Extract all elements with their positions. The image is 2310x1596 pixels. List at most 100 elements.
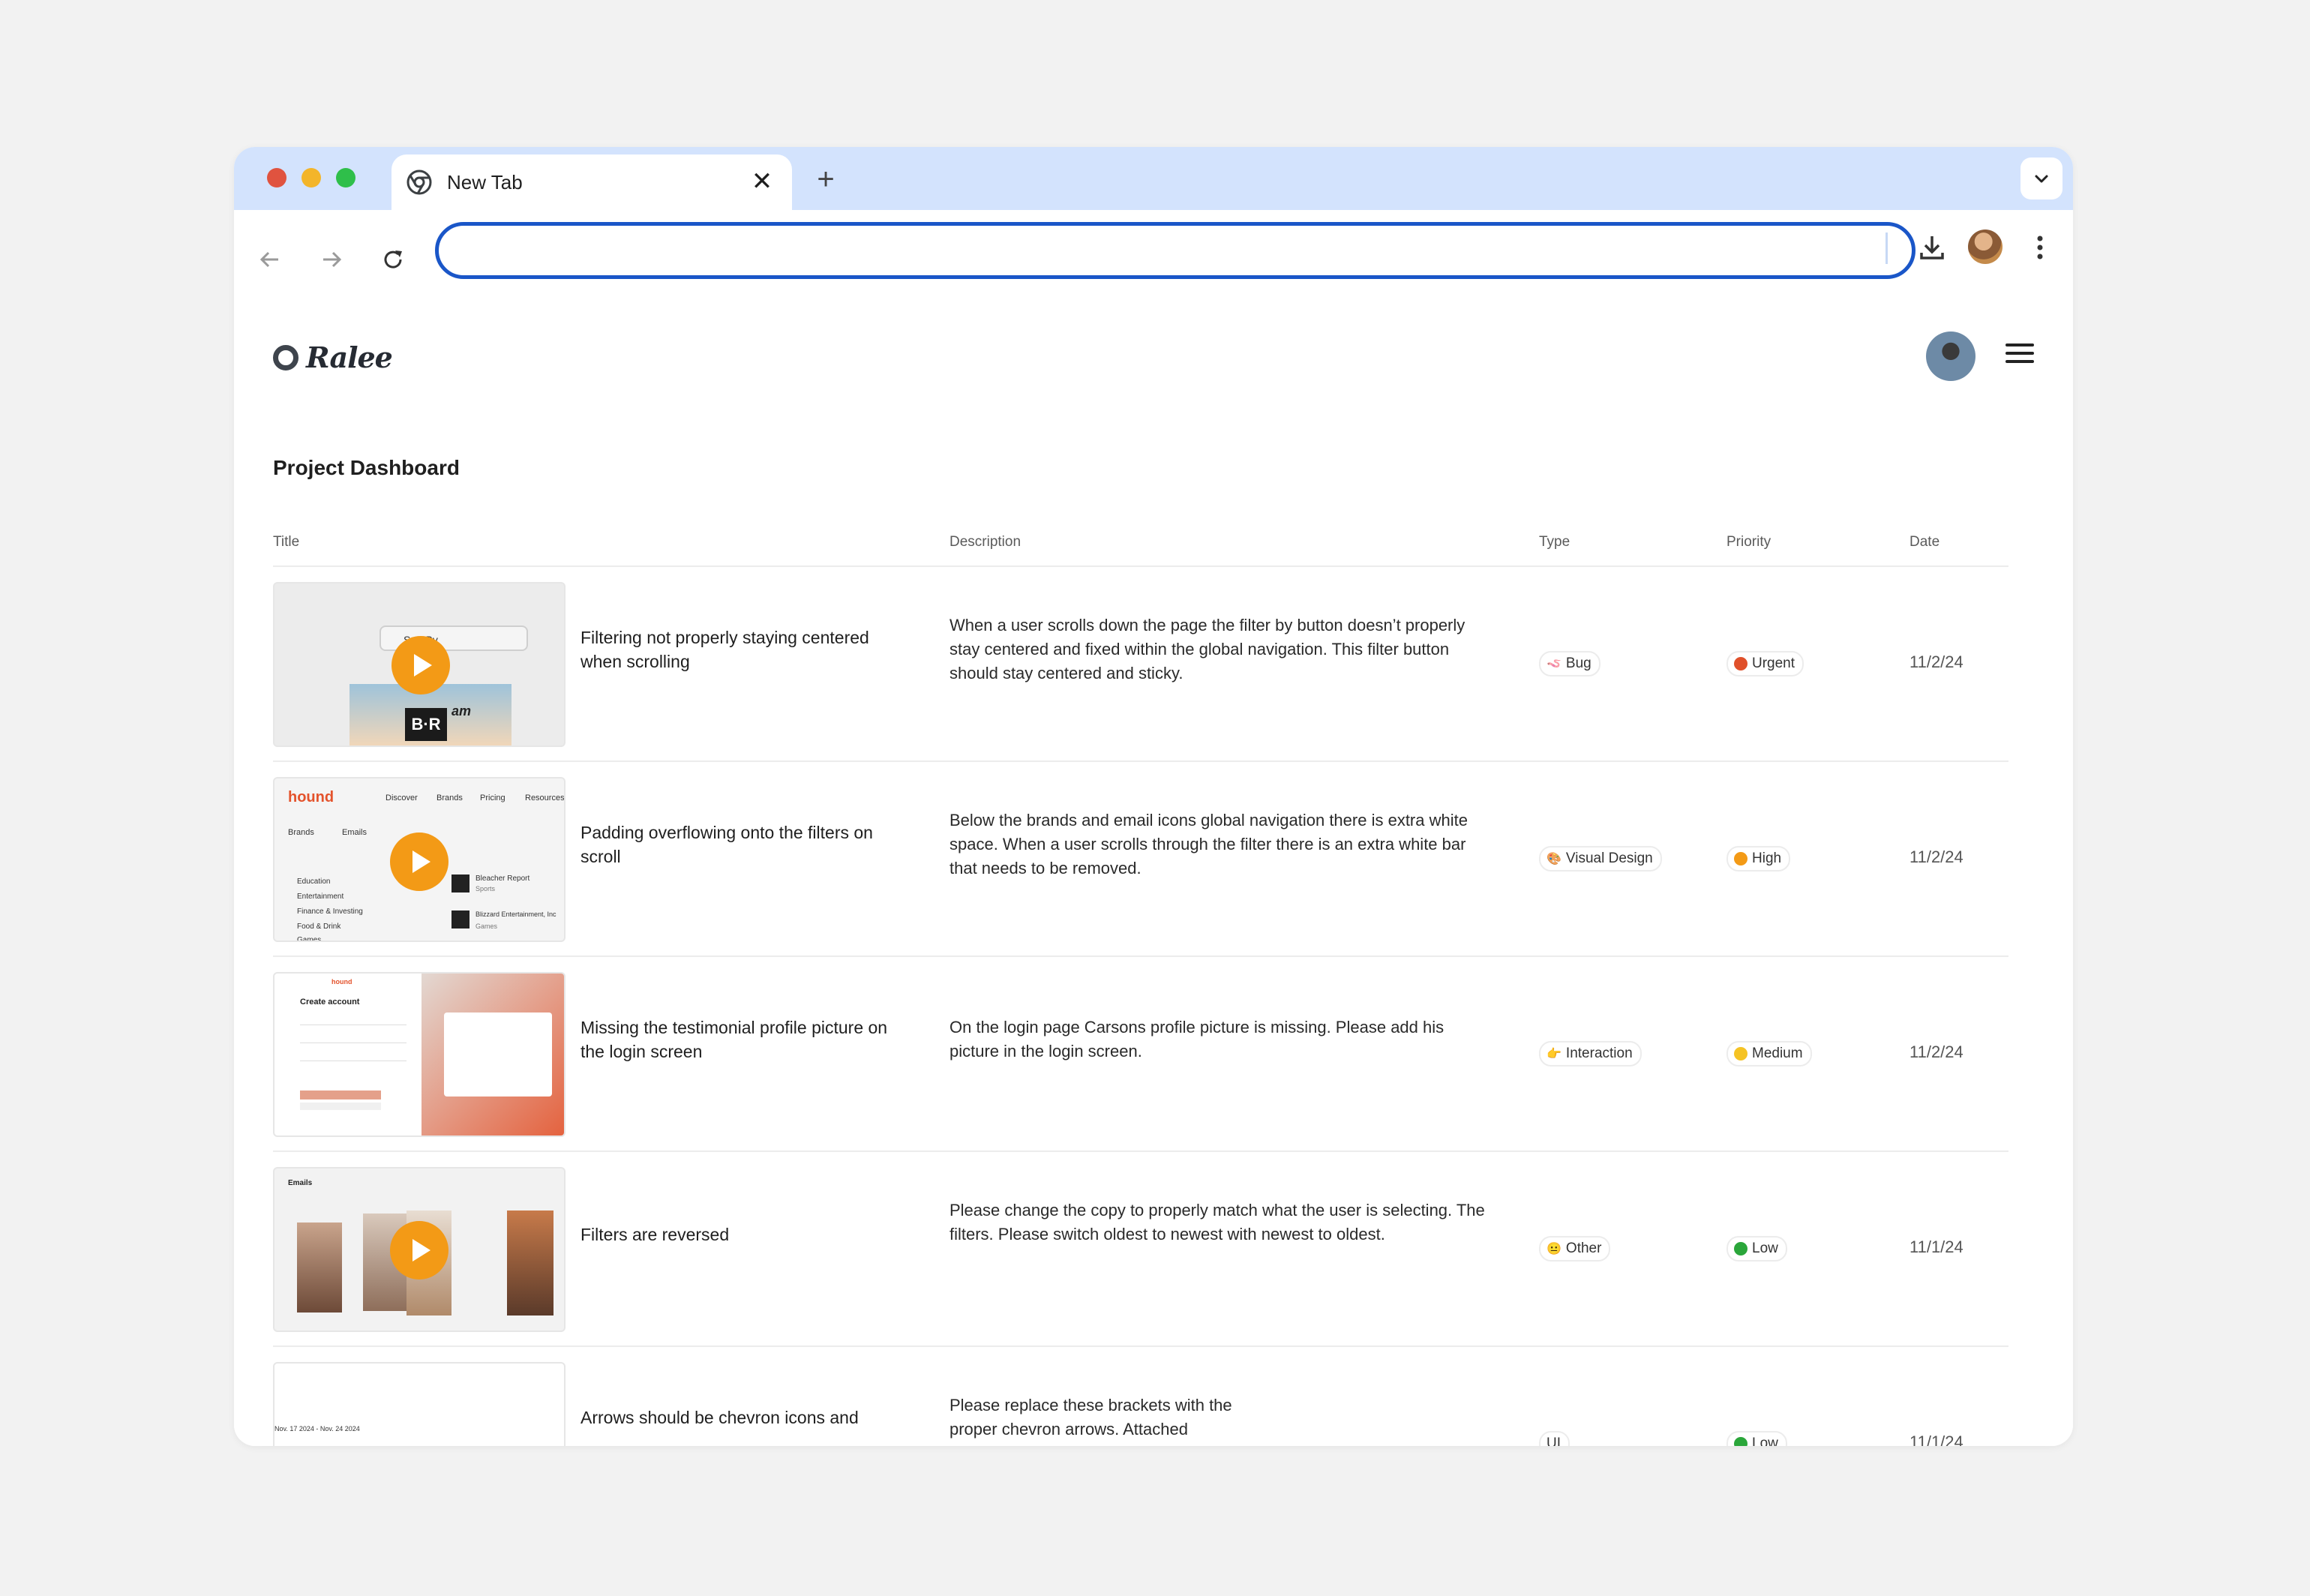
download-icon (1920, 236, 1944, 260)
row-date: 11/2/24 (1910, 848, 1964, 866)
maximize-window-button[interactable] (336, 168, 356, 188)
play-button[interactable] (390, 1221, 448, 1280)
row-date: 11/1/24 (1910, 1432, 1964, 1446)
row-title[interactable]: Missing the testimonial profile picture … (580, 1016, 910, 1064)
urgent-dot-icon (1734, 657, 1748, 670)
tab-search-button[interactable] (2020, 158, 2062, 200)
type-label: UI (1546, 1436, 1561, 1446)
play-icon (412, 850, 430, 873)
table-row[interactable]: Nov. 17 2024 - Nov. 24 2024 Arrows shoul… (273, 1347, 2008, 1446)
more-menu-button[interactable] (2024, 226, 2056, 268)
bug-icon: 🪱 (1546, 658, 1562, 670)
app-logo[interactable]: Ralee (273, 340, 393, 374)
play-button[interactable] (390, 832, 448, 891)
app-header: Ralee (234, 310, 2073, 421)
tab-new-tab[interactable]: New Tab ✕ (392, 154, 792, 210)
column-header-date: Date (1910, 534, 1940, 550)
row-title[interactable]: Padding overflowing onto the filters on … (580, 820, 910, 868)
address-bar[interactable] (435, 222, 1916, 279)
type-label: Bug (1565, 656, 1592, 671)
hound-logo: hound (288, 789, 334, 806)
play-icon (412, 1239, 430, 1262)
priority-badge[interactable]: Medium (1726, 1041, 1812, 1066)
row-description: Please change the copy to properly match… (950, 1201, 1485, 1244)
new-tab-button[interactable]: + (807, 160, 844, 198)
type-label: Interaction (1565, 1046, 1633, 1061)
minimize-window-button[interactable] (302, 168, 321, 188)
reload-button[interactable] (372, 238, 414, 280)
row-date: 11/2/24 (1910, 652, 1964, 671)
type-badge[interactable]: 🎨 Visual Design (1539, 846, 1662, 872)
br-logo: B·R (405, 708, 447, 741)
row-description: When a user scrolls down the page the fi… (950, 616, 1466, 682)
neutral-face-icon: 😐 (1546, 1243, 1562, 1256)
palette-icon: 🎨 (1546, 853, 1562, 866)
table-row[interactable]: Sort By B·R am Filtering not properly st… (273, 567, 2008, 760)
close-window-button[interactable] (267, 168, 286, 188)
low-dot-icon (1734, 1242, 1748, 1256)
play-button[interactable] (392, 636, 450, 694)
forward-button[interactable] (310, 238, 352, 280)
logo-mark-icon (273, 344, 298, 370)
row-title[interactable]: Filters are reversed (580, 1222, 910, 1246)
table-row[interactable]: hound Discover Brands Pricing Resources … (273, 762, 2008, 956)
row-title[interactable]: Arrows should be chevron icons and (580, 1406, 910, 1430)
logo-text: Ralee (306, 340, 393, 374)
dashboard-content: Project Dashboard Title Description Type… (234, 418, 2073, 1446)
priority-badge[interactable]: High (1726, 846, 1791, 872)
type-label: Other (1565, 1240, 1602, 1256)
row-title[interactable]: Filtering not properly staying centered … (580, 626, 910, 674)
thumbnail-image[interactable]: Nov. 17 2024 - Nov. 24 2024 (273, 1362, 566, 1446)
high-dot-icon (1734, 852, 1748, 866)
priority-badge[interactable]: Low (1726, 1236, 1787, 1262)
row-description: On the login page Carsons profile pictur… (950, 1018, 1444, 1060)
priority-badge[interactable]: Urgent (1726, 651, 1804, 676)
column-header-description: Description (950, 534, 1022, 550)
back-button[interactable] (249, 238, 291, 280)
more-vert-icon (2037, 236, 2043, 260)
priority-label: Urgent (1752, 656, 1796, 671)
table-row[interactable]: Emails Filters are reversed Please chang… (273, 1152, 2008, 1346)
priority-label: Low (1752, 1436, 1778, 1446)
column-header-type: Type (1539, 534, 1570, 550)
tab-title: New Tab (447, 171, 523, 194)
low-dot-icon (1734, 1437, 1748, 1446)
page-title: Project Dashboard (273, 456, 460, 479)
thumb-caption: am (452, 704, 472, 718)
type-badge[interactable]: 👉 Interaction (1539, 1041, 1642, 1066)
toolbar-divider (1886, 232, 1888, 264)
type-label: Visual Design (1565, 850, 1653, 866)
menu-icon[interactable] (2006, 344, 2034, 372)
tab-close-button[interactable]: ✕ (748, 167, 776, 196)
column-header-title: Title (273, 534, 300, 550)
tab-strip: New Tab ✕ + (234, 147, 2073, 210)
thumbnail-video[interactable]: Sort By B·R am (273, 582, 566, 747)
profile-icon[interactable] (1968, 230, 2002, 264)
back-arrow-icon (260, 251, 278, 268)
browser-window: New Tab ✕ + Ralee Project Dashboard Titl… (234, 147, 2073, 1446)
download-button[interactable] (1911, 226, 1953, 268)
table-row[interactable]: hound Create account Missing the testimo… (273, 957, 2008, 1150)
pointing-hand-icon: 👉 (1546, 1048, 1562, 1060)
row-date: 11/1/24 (1910, 1238, 1964, 1256)
forward-arrow-icon (323, 251, 342, 268)
chrome-icon (406, 170, 432, 195)
row-description: Please replace these brackets with the p… (950, 1396, 1232, 1438)
priority-label: Medium (1752, 1046, 1803, 1061)
play-icon (414, 654, 432, 676)
type-badge[interactable]: 🪱 Bug (1539, 651, 1600, 676)
browser-toolbar (234, 210, 2073, 312)
priority-label: Low (1752, 1240, 1778, 1256)
thumbnail-image[interactable]: hound Create account (273, 972, 566, 1137)
thumbnail-video[interactable]: hound Discover Brands Pricing Resources … (273, 777, 566, 942)
chevron-down-icon (2035, 175, 2048, 183)
user-avatar[interactable] (1926, 332, 1976, 381)
type-badge[interactable]: UI (1539, 1431, 1570, 1446)
row-description: Below the brands and email icons global … (950, 811, 1468, 878)
thumbnail-video[interactable]: Emails (273, 1167, 566, 1332)
medium-dot-icon (1734, 1047, 1748, 1060)
priority-badge[interactable]: Low (1726, 1431, 1787, 1446)
type-badge[interactable]: 😐 Other (1539, 1236, 1611, 1262)
column-header-priority: Priority (1726, 534, 1772, 550)
priority-label: High (1752, 850, 1782, 866)
